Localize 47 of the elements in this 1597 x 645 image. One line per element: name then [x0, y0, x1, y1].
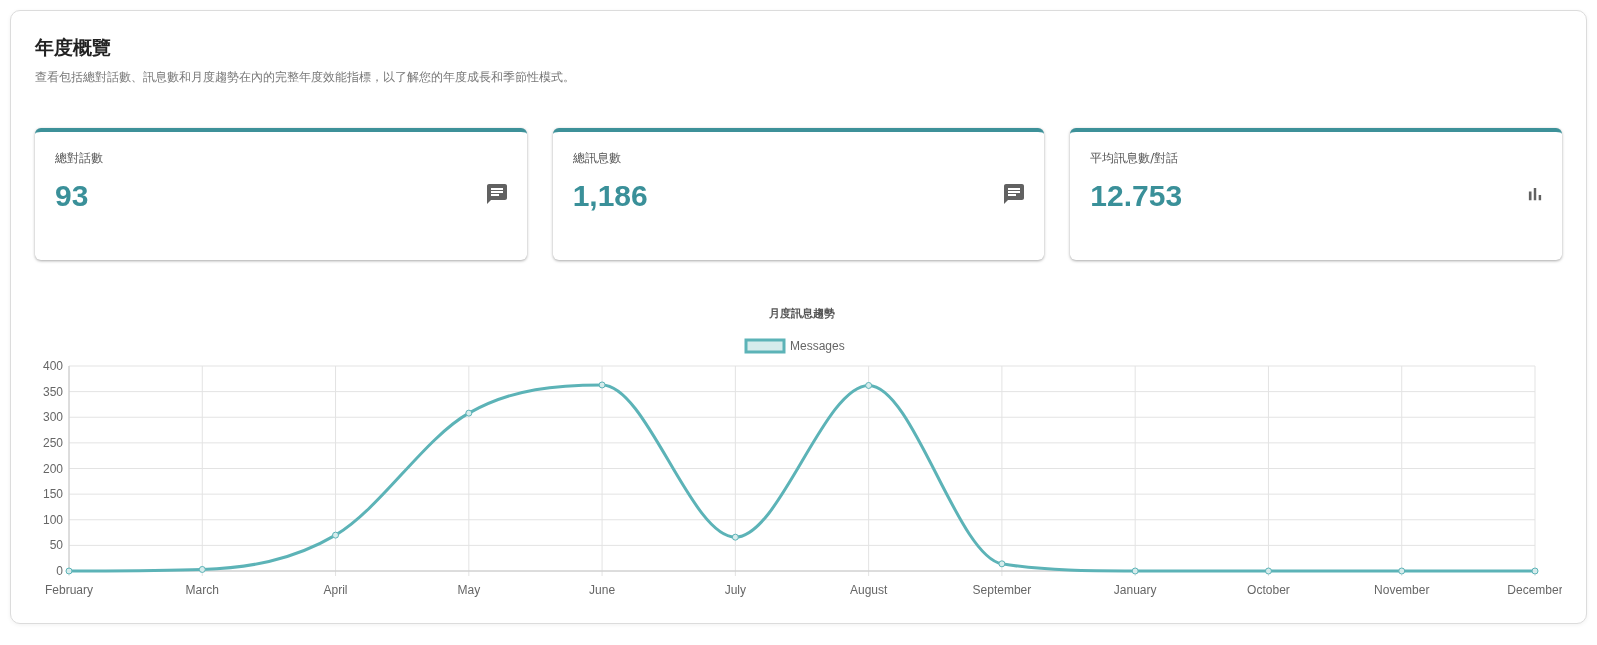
- y-axis-label: 400: [42, 359, 63, 373]
- x-axis-label: November: [1374, 583, 1430, 597]
- x-axis-label: February: [45, 583, 93, 597]
- data-point: [198, 565, 206, 573]
- legend-swatch[interactable]: [744, 338, 786, 354]
- x-axis-label: October: [1247, 583, 1290, 597]
- data-point: [332, 531, 340, 539]
- chat-icon: [1004, 184, 1025, 204]
- x-axis-label: December: [1507, 583, 1562, 597]
- stat-label: 總對話數: [55, 150, 104, 167]
- y-axis-label: 300: [42, 410, 63, 425]
- x-axis-label: June: [589, 583, 616, 597]
- y-axis-label: 150: [42, 487, 63, 502]
- x-axis-label: March: [185, 583, 219, 597]
- data-point: [865, 382, 873, 389]
- stat-value: 1,186: [572, 179, 648, 213]
- chat-icon: [486, 184, 507, 204]
- stat-value: 12.753: [1090, 179, 1183, 213]
- data-point: [998, 560, 1006, 568]
- x-axis-label: April: [323, 583, 348, 597]
- bar-chart-icon: [1528, 187, 1542, 201]
- x-axis-label: August: [849, 583, 888, 597]
- x-axis-label: September: [972, 583, 1032, 597]
- x-axis-label: July: [724, 583, 747, 597]
- x-axis-label: January: [1113, 583, 1157, 597]
- page-title: 年度概覽: [35, 35, 112, 60]
- stat-value: 93: [55, 179, 89, 213]
- y-axis-label: 50: [49, 538, 63, 553]
- y-axis-label: 0: [56, 564, 63, 578]
- page-subtitle: 查看包括總對話數、訊息數和月度趨勢在內的完整年度效能指標，以了解您的年度成長和季節性模式。: [35, 69, 576, 86]
- chart-title: 月度訊息趨勢: [769, 307, 835, 319]
- data-point: [65, 567, 73, 575]
- data-point: [1131, 567, 1139, 575]
- data-point: [465, 409, 473, 417]
- stat-label: 平均訊息數/對話: [1090, 150, 1180, 167]
- stat-label: 總訊息數: [572, 150, 622, 167]
- data-point: [1398, 567, 1406, 575]
- y-axis-label: 200: [42, 461, 63, 476]
- data-point: [1264, 567, 1272, 575]
- data-point: [1531, 567, 1539, 575]
- y-axis-label: 250: [42, 435, 63, 450]
- x-axis-label: May: [457, 583, 481, 597]
- y-axis-label: 350: [42, 384, 63, 399]
- legend-label[interactable]: Messages: [790, 339, 845, 353]
- data-point: [731, 533, 739, 541]
- data-point: [598, 381, 606, 389]
- y-axis-label: 100: [42, 512, 63, 527]
